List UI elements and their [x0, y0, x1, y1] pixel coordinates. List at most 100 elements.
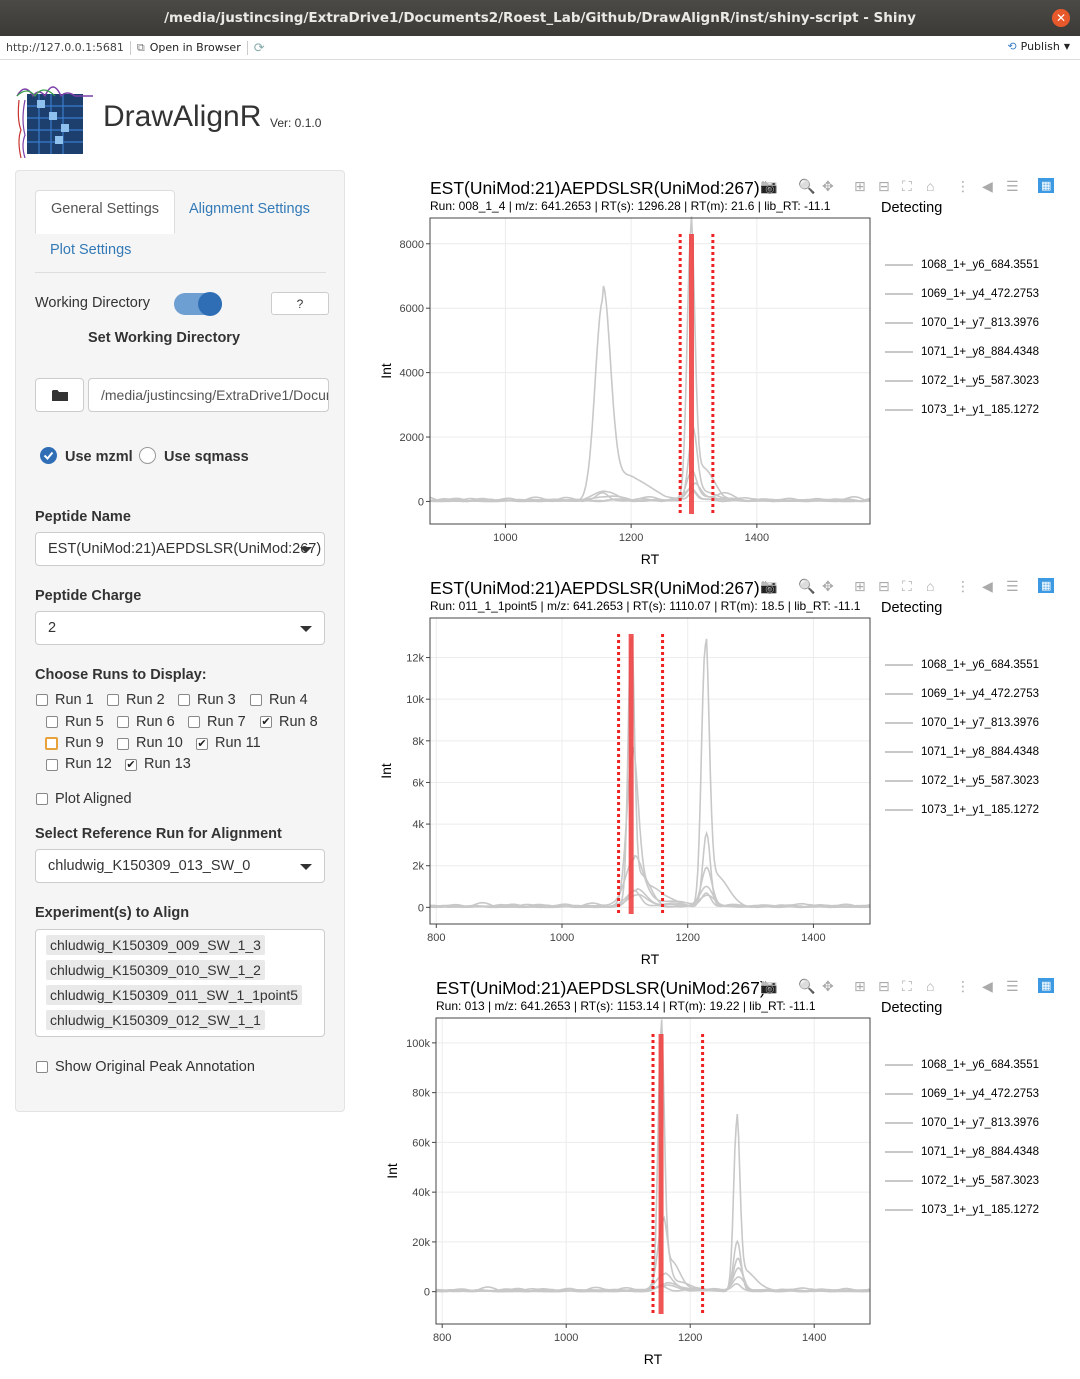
experiment-chip[interactable]: chludwig_K150309_010_SW_1_2: [46, 960, 265, 980]
reset-axes-icon[interactable]: ⌂: [926, 178, 934, 194]
legend-item[interactable]: 1069_1+_y4_472.2753: [885, 288, 1039, 300]
zoom-icon[interactable]: 🔍: [798, 578, 815, 595]
autoscale-icon[interactable]: ⛶: [902, 978, 912, 995]
spike-lines-icon[interactable]: ⋮: [956, 978, 970, 995]
run-11-checkbox[interactable]: ✔: [196, 738, 208, 750]
spike-lines-icon[interactable]: ⋮: [956, 578, 970, 595]
run-12-checkbox[interactable]: [46, 759, 58, 771]
directory-path-input[interactable]: /media/justincsing/ExtraDrive1/Documents…: [88, 378, 329, 412]
legend-item[interactable]: 1072_1+_y5_587.3023: [885, 1175, 1039, 1187]
plot-aligned-checkbox[interactable]: [36, 793, 48, 805]
use-sqmass-radio[interactable]: [139, 447, 156, 464]
camera-icon[interactable]: 📷: [760, 578, 777, 595]
legend-item[interactable]: 1070_1+_y7_813.3976: [885, 317, 1039, 329]
show-original-annotation-checkbox[interactable]: [36, 1061, 48, 1073]
plot-frame: [429, 617, 871, 925]
hover-closest-icon[interactable]: ◀: [982, 978, 993, 995]
chromatogram-plot-2[interactable]: 800 1000 1200 1400 0 2k 4k 6k 8k 10k 12k RT Int EST(…: [375, 578, 1065, 978]
close-icon[interactable]: ✕: [1052, 9, 1070, 27]
zoom-icon[interactable]: 🔍: [798, 978, 815, 995]
experiment-chip[interactable]: chludwig_K150309_012_SW_1_1: [46, 1010, 265, 1030]
open-in-browser-button[interactable]: ⧉ Open in Browser: [137, 41, 241, 55]
peptide-name-select[interactable]: EST(UniMod:21)AEPDSLSR(UniMod:267): [35, 532, 325, 566]
hover-compare-icon[interactable]: ☰: [1006, 978, 1019, 995]
run-10-checkbox[interactable]: [117, 738, 129, 750]
tab-plot-settings[interactable]: Plot Settings: [35, 232, 146, 268]
run-2-checkbox[interactable]: [107, 694, 119, 706]
folder-browse-button[interactable]: [35, 378, 84, 412]
legend-item[interactable]: 1070_1+_y7_813.3976: [885, 717, 1039, 729]
refresh-icon[interactable]: ⟳: [254, 40, 265, 56]
autoscale-icon[interactable]: ⛶: [902, 178, 912, 195]
legend-item[interactable]: 1072_1+_y5_587.3023: [885, 775, 1039, 787]
legend-item[interactable]: 1071_1+_y8_884.4348: [885, 746, 1039, 758]
zoom-out-icon[interactable]: ⊟: [878, 178, 890, 195]
camera-icon[interactable]: 📷: [760, 978, 777, 995]
legend-item[interactable]: 1069_1+_y4_472.2753: [885, 688, 1039, 700]
legend-item[interactable]: 1068_1+_y6_684.3551: [885, 259, 1039, 271]
experiment-chip[interactable]: chludwig_K150309_009_SW_1_3: [46, 935, 265, 955]
run-4-checkbox[interactable]: [250, 694, 262, 706]
x-tick-label: 1200: [675, 932, 699, 944]
zoom-icon[interactable]: 🔍: [798, 178, 815, 195]
camera-icon[interactable]: 📷: [760, 178, 777, 195]
legend-item[interactable]: 1071_1+_y8_884.4348: [885, 346, 1039, 358]
viewer-toolbar: http://127.0.0.1:5681 ⧉ Open in Browser …: [0, 36, 1080, 60]
plotly-logo-icon[interactable]: ▦: [1038, 978, 1055, 993]
hover-closest-icon[interactable]: ◀: [982, 578, 993, 595]
autoscale-icon[interactable]: ⛶: [902, 578, 912, 595]
tab-alignment-settings[interactable]: Alignment Settings: [174, 191, 325, 227]
help-button[interactable]: ?: [271, 292, 329, 315]
run-9-checkbox[interactable]: [45, 737, 58, 750]
legend-item[interactable]: 1070_1+_y7_813.3976: [885, 1117, 1039, 1129]
run-5-checkbox[interactable]: [46, 716, 58, 728]
zoom-in-icon[interactable]: ⊞: [854, 578, 866, 595]
pan-icon[interactable]: ✥: [822, 578, 834, 595]
experiment-chip[interactable]: chludwig_K150309_011_SW_1_1point5: [46, 985, 303, 1005]
hover-compare-icon[interactable]: ☰: [1006, 178, 1019, 195]
y-tick-label: 80k: [412, 1088, 430, 1100]
legend-item[interactable]: 1072_1+_y5_587.3023: [885, 375, 1039, 387]
reset-axes-icon[interactable]: ⌂: [926, 578, 934, 594]
zoom-out-icon[interactable]: ⊟: [878, 978, 890, 995]
working-directory-toggle[interactable]: [174, 292, 222, 316]
y-tick-label: 6k: [412, 777, 424, 789]
peptide-charge-select[interactable]: 2: [35, 611, 325, 645]
chromatogram-plot-1[interactable]: 1000 1200 1400 0 2000 4000 6000 8000 RT Int EST(U…: [375, 178, 1065, 578]
run-7-checkbox[interactable]: [188, 716, 200, 728]
y-axis-title: Int: [384, 1163, 400, 1179]
legend-item[interactable]: 1069_1+_y4_472.2753: [885, 1088, 1039, 1100]
publish-button[interactable]: ⟲ Publish ▼: [1007, 40, 1070, 53]
chromatogram-plot-3[interactable]: 800 1000 1200 1400 0 20k 40k 60k 80k 100k RT Int ES…: [375, 978, 1065, 1378]
legend-item[interactable]: 1071_1+_y8_884.4348: [885, 1146, 1039, 1158]
use-mzml-radio[interactable]: [40, 447, 57, 464]
pan-icon[interactable]: ✥: [822, 178, 834, 195]
publish-icon: ⟲: [1007, 40, 1017, 53]
run-6-checkbox[interactable]: [117, 716, 129, 728]
legend-item[interactable]: 1068_1+_y6_684.3551: [885, 1059, 1039, 1071]
x-tick-label: 800: [427, 932, 445, 944]
pan-icon[interactable]: ✥: [822, 978, 834, 995]
legend-item[interactable]: 1073_1+_y1_185.1272: [885, 404, 1039, 416]
run-8-checkbox[interactable]: ✔: [260, 716, 272, 728]
spike-lines-icon[interactable]: ⋮: [956, 178, 970, 195]
run-13-checkbox[interactable]: ✔: [125, 759, 137, 771]
legend-item[interactable]: 1073_1+_y1_185.1272: [885, 1204, 1039, 1216]
reference-run-select[interactable]: chludwig_K150309_013_SW_0: [35, 849, 325, 883]
legend-item[interactable]: 1068_1+_y6_684.3551: [885, 659, 1039, 671]
plotly-logo-icon[interactable]: ▦: [1038, 578, 1055, 593]
run-12-label: Run 12: [65, 756, 112, 772]
chevron-down-icon: [300, 626, 312, 632]
experiments-multiselect[interactable]: chludwig_K150309_009_SW_1_3 chludwig_K15…: [35, 929, 325, 1037]
zoom-in-icon[interactable]: ⊞: [854, 978, 866, 995]
plotly-logo-icon[interactable]: ▦: [1038, 178, 1055, 193]
zoom-in-icon[interactable]: ⊞: [854, 178, 866, 195]
reset-axes-icon[interactable]: ⌂: [926, 978, 934, 994]
zoom-out-icon[interactable]: ⊟: [878, 578, 890, 595]
hover-closest-icon[interactable]: ◀: [982, 178, 993, 195]
run-3-checkbox[interactable]: [178, 694, 190, 706]
tab-general-settings[interactable]: General Settings: [35, 190, 176, 234]
legend-item[interactable]: 1073_1+_y1_185.1272: [885, 804, 1039, 816]
run-1-checkbox[interactable]: [36, 694, 48, 706]
hover-compare-icon[interactable]: ☰: [1006, 578, 1019, 595]
